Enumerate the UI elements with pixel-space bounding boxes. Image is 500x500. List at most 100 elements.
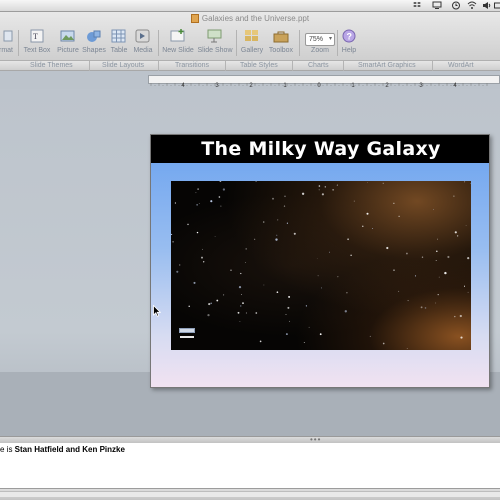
new-slide-button[interactable]: New Slide bbox=[160, 29, 196, 59]
tab-smartart-graphics[interactable]: SmartArt Graphics bbox=[358, 62, 416, 69]
table-button[interactable]: Table bbox=[109, 29, 129, 59]
star bbox=[318, 189, 320, 191]
star bbox=[210, 200, 213, 203]
star bbox=[188, 305, 190, 308]
star bbox=[196, 204, 198, 206]
star bbox=[276, 291, 279, 294]
star bbox=[467, 257, 470, 260]
menu-bar bbox=[0, 0, 500, 12]
star bbox=[262, 221, 265, 223]
help-button[interactable]: ? Help bbox=[339, 29, 359, 59]
star bbox=[286, 222, 288, 224]
horizontal-scrollbar[interactable] bbox=[0, 491, 500, 497]
picture-button[interactable]: Picture bbox=[55, 29, 81, 59]
tab-wordart[interactable]: WordArt bbox=[448, 62, 474, 69]
star bbox=[435, 259, 437, 262]
notes-pane[interactable]: e is Stan Hatfield and Ken Pinzke bbox=[0, 443, 500, 488]
time-machine-icon[interactable] bbox=[451, 1, 462, 10]
star bbox=[317, 275, 319, 277]
slide-show-icon bbox=[207, 29, 223, 43]
star bbox=[255, 181, 257, 182]
new-slide-label: New Slide bbox=[162, 47, 194, 54]
dropbox-icon[interactable] bbox=[412, 1, 423, 10]
star bbox=[193, 281, 196, 284]
star bbox=[347, 238, 349, 241]
ruler-ticks: 432101234 bbox=[150, 83, 488, 89]
star bbox=[353, 200, 355, 202]
ribbon-divider bbox=[89, 61, 90, 71]
notes-splitter[interactable]: ••• bbox=[0, 436, 500, 444]
star bbox=[218, 196, 221, 198]
format-button[interactable]: rmat bbox=[0, 29, 16, 59]
star bbox=[336, 184, 338, 186]
ribbon-tab-bar: Slide Themes Slide Layouts Transitions T… bbox=[0, 60, 500, 71]
star bbox=[230, 269, 232, 271]
display-icon[interactable] bbox=[432, 1, 443, 10]
star bbox=[272, 197, 274, 200]
star bbox=[369, 335, 371, 337]
text-box-icon: T bbox=[29, 29, 45, 43]
slide-show-button[interactable]: Slide Show bbox=[197, 29, 233, 59]
star bbox=[414, 275, 417, 277]
star bbox=[195, 192, 197, 194]
tab-transitions[interactable]: Transitions bbox=[175, 62, 209, 69]
star bbox=[203, 261, 205, 263]
text-box-button[interactable]: T Text Box bbox=[22, 29, 52, 59]
tab-table-styles[interactable]: Table Styles bbox=[240, 62, 278, 69]
star bbox=[321, 193, 324, 196]
notes-text[interactable]: e is Stan Hatfield and Ken Pinzke bbox=[0, 445, 125, 454]
star bbox=[454, 315, 456, 318]
star bbox=[318, 185, 321, 187]
star bbox=[465, 225, 467, 227]
gallery-button[interactable]: Gallery bbox=[239, 29, 265, 59]
horizontal-ruler[interactable]: 432101234 bbox=[148, 75, 500, 89]
star bbox=[433, 209, 434, 210]
picture-label: Picture bbox=[57, 47, 79, 54]
wifi-icon[interactable] bbox=[467, 1, 478, 10]
volume-icon[interactable] bbox=[482, 1, 493, 10]
star bbox=[398, 290, 400, 292]
star bbox=[320, 287, 322, 289]
video-control-icon[interactable] bbox=[179, 328, 195, 340]
slide-title[interactable]: The Milky Way Galaxy bbox=[151, 138, 489, 160]
star bbox=[424, 307, 427, 309]
star bbox=[210, 302, 213, 305]
star bbox=[460, 336, 463, 339]
star bbox=[263, 284, 265, 286]
star bbox=[436, 238, 439, 240]
media-label: Media bbox=[133, 47, 153, 54]
star bbox=[337, 276, 339, 278]
star bbox=[464, 181, 466, 183]
battery-icon[interactable] bbox=[494, 1, 500, 10]
star bbox=[319, 333, 322, 336]
zoom-label: Zoom bbox=[311, 47, 329, 54]
star bbox=[174, 202, 176, 204]
star bbox=[420, 306, 423, 309]
slide[interactable]: The Milky Way Galaxy bbox=[150, 134, 490, 388]
mouse-pointer-icon bbox=[153, 305, 161, 317]
star bbox=[316, 258, 318, 259]
help-label: Help bbox=[341, 47, 357, 54]
star bbox=[255, 312, 258, 314]
star bbox=[463, 285, 466, 287]
star bbox=[245, 312, 247, 314]
star bbox=[459, 314, 462, 318]
toolbox-icon bbox=[273, 29, 289, 43]
star bbox=[284, 195, 286, 198]
toolbox-button[interactable]: Toolbox bbox=[266, 29, 296, 59]
media-button[interactable]: Media bbox=[131, 29, 155, 59]
tab-charts[interactable]: Charts bbox=[308, 62, 329, 69]
notes-author-names: Stan Hatfield and Ken Pinzke bbox=[14, 445, 125, 454]
milky-way-video[interactable] bbox=[171, 181, 471, 350]
star bbox=[382, 182, 384, 184]
star bbox=[393, 202, 395, 204]
star bbox=[346, 291, 348, 294]
star bbox=[436, 250, 438, 253]
star bbox=[239, 320, 241, 322]
tab-slide-themes[interactable]: Slide Themes bbox=[30, 62, 73, 69]
star bbox=[444, 271, 447, 275]
toolbar-separator bbox=[236, 30, 237, 56]
tab-slide-layouts[interactable]: Slide Layouts bbox=[102, 62, 144, 69]
shapes-button[interactable]: Shapes bbox=[82, 29, 106, 59]
window-title: Galaxies and the Universe.ppt bbox=[0, 14, 500, 23]
